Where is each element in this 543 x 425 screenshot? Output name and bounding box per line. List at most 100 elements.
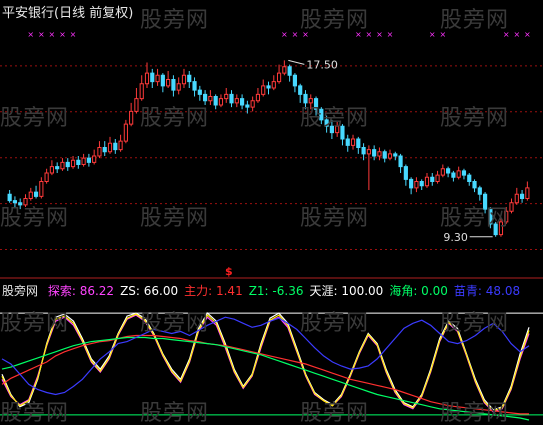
candle-body xyxy=(472,181,477,189)
signal-marker: × xyxy=(524,30,531,39)
signal-marker: × xyxy=(38,30,45,39)
candle-body xyxy=(144,72,150,85)
candle-body xyxy=(102,147,107,153)
candle-body xyxy=(446,168,451,174)
candle-body xyxy=(55,166,60,170)
candle-body xyxy=(366,149,371,155)
candle-body xyxy=(430,176,435,182)
watermark: 股旁网 xyxy=(440,401,510,425)
legend-entry: ZS: 66.00 xyxy=(120,284,179,298)
signal-marker: × xyxy=(387,30,394,39)
legend-entry: 海角: 0.00 xyxy=(389,284,448,298)
candle-body xyxy=(350,138,356,146)
candle-body xyxy=(171,79,176,91)
candle-body xyxy=(424,176,430,187)
candle-body xyxy=(150,72,155,83)
candle-body xyxy=(298,85,303,95)
candle-body xyxy=(456,170,461,178)
signal-marker: × xyxy=(429,30,436,39)
watermark: 股旁网 xyxy=(140,206,210,231)
candle-body xyxy=(118,140,123,151)
watermark: 股旁网 xyxy=(0,106,70,131)
watermark: 股旁网 xyxy=(140,311,210,336)
candle-body xyxy=(160,74,165,87)
candle-body xyxy=(398,155,403,168)
watermark: 股旁网 xyxy=(0,206,70,231)
candle-body xyxy=(345,138,350,146)
watermark: 股旁网 xyxy=(440,8,510,33)
candle-body xyxy=(33,191,39,197)
watermark: 股旁网 xyxy=(440,206,510,231)
candle-body xyxy=(266,85,271,89)
watermark: 股旁网 xyxy=(0,311,70,336)
candle-body xyxy=(255,93,261,102)
legend-entry: 主力: 1.41 xyxy=(184,284,243,298)
candle-body xyxy=(97,147,102,157)
candle-body xyxy=(129,110,134,125)
candle-body xyxy=(218,98,224,106)
candle-body xyxy=(176,83,181,91)
candle-body xyxy=(509,202,514,212)
candle-body xyxy=(282,66,287,74)
watermark: 股旁网 xyxy=(140,401,210,425)
candle-body xyxy=(229,93,234,104)
candle-body xyxy=(113,142,118,151)
watermark: 股旁网 xyxy=(0,401,70,425)
candle-body xyxy=(287,66,292,76)
legend-entry: 天涯: 100.00 xyxy=(309,284,384,298)
candle-body xyxy=(166,79,171,87)
candle-body xyxy=(76,159,81,165)
chart-window: × × × × × × × × × × × × × × × × × 17.50 9.30 $ 平安银行(日线 前复权)… xyxy=(0,0,543,425)
high-pointer xyxy=(288,59,305,65)
signal-marker: × xyxy=(49,30,56,39)
candle-body xyxy=(382,151,387,159)
candle-body xyxy=(28,191,33,199)
candle-body xyxy=(393,153,398,157)
candle-body xyxy=(387,153,393,159)
signal-marker: × xyxy=(281,30,288,39)
watermark: 股旁网 xyxy=(300,106,370,131)
indicator-name: 股旁网 xyxy=(2,284,39,298)
candle-body xyxy=(477,187,482,195)
watermark: 股旁网 xyxy=(300,206,370,231)
signal-marker: × xyxy=(70,30,77,39)
watermark: 股旁网 xyxy=(140,106,210,131)
candle-body xyxy=(271,81,276,89)
high-label: 17.50 xyxy=(306,58,338,71)
candle-body xyxy=(155,74,160,83)
watermark: 股旁网 xyxy=(300,401,370,425)
candle-body xyxy=(377,151,382,157)
candle-body xyxy=(356,138,361,148)
candle-body xyxy=(134,98,139,112)
candle-body xyxy=(276,72,282,83)
candle-body xyxy=(208,96,213,102)
candle-body xyxy=(461,170,467,176)
signal-marker: × xyxy=(27,30,34,39)
candle-body xyxy=(409,178,414,189)
signal-marker: × xyxy=(376,30,383,39)
watermark: 股旁网 xyxy=(440,106,510,131)
watermark: 股旁网 xyxy=(300,311,370,336)
candle-body xyxy=(525,187,530,199)
candle-body xyxy=(435,174,440,182)
watermark: 股旁网 xyxy=(440,311,510,336)
watermark: 股旁网 xyxy=(300,8,370,33)
candle-body xyxy=(372,149,377,157)
candle-body xyxy=(39,181,44,197)
candle-body xyxy=(187,74,192,83)
candle-body xyxy=(181,74,187,85)
low-label: 9.30 xyxy=(443,231,468,244)
candle-body xyxy=(361,147,366,155)
candle-body xyxy=(224,93,229,100)
candle-body xyxy=(245,104,250,108)
candle-body xyxy=(60,161,65,170)
candle-body xyxy=(519,193,525,199)
candle-body xyxy=(70,159,76,168)
candle-body xyxy=(192,81,197,91)
candle-body xyxy=(292,74,297,87)
candle-body xyxy=(414,181,419,189)
candle-body xyxy=(234,98,239,104)
candle-body xyxy=(467,174,472,182)
candle-body xyxy=(514,193,519,204)
candle-body xyxy=(44,172,49,182)
